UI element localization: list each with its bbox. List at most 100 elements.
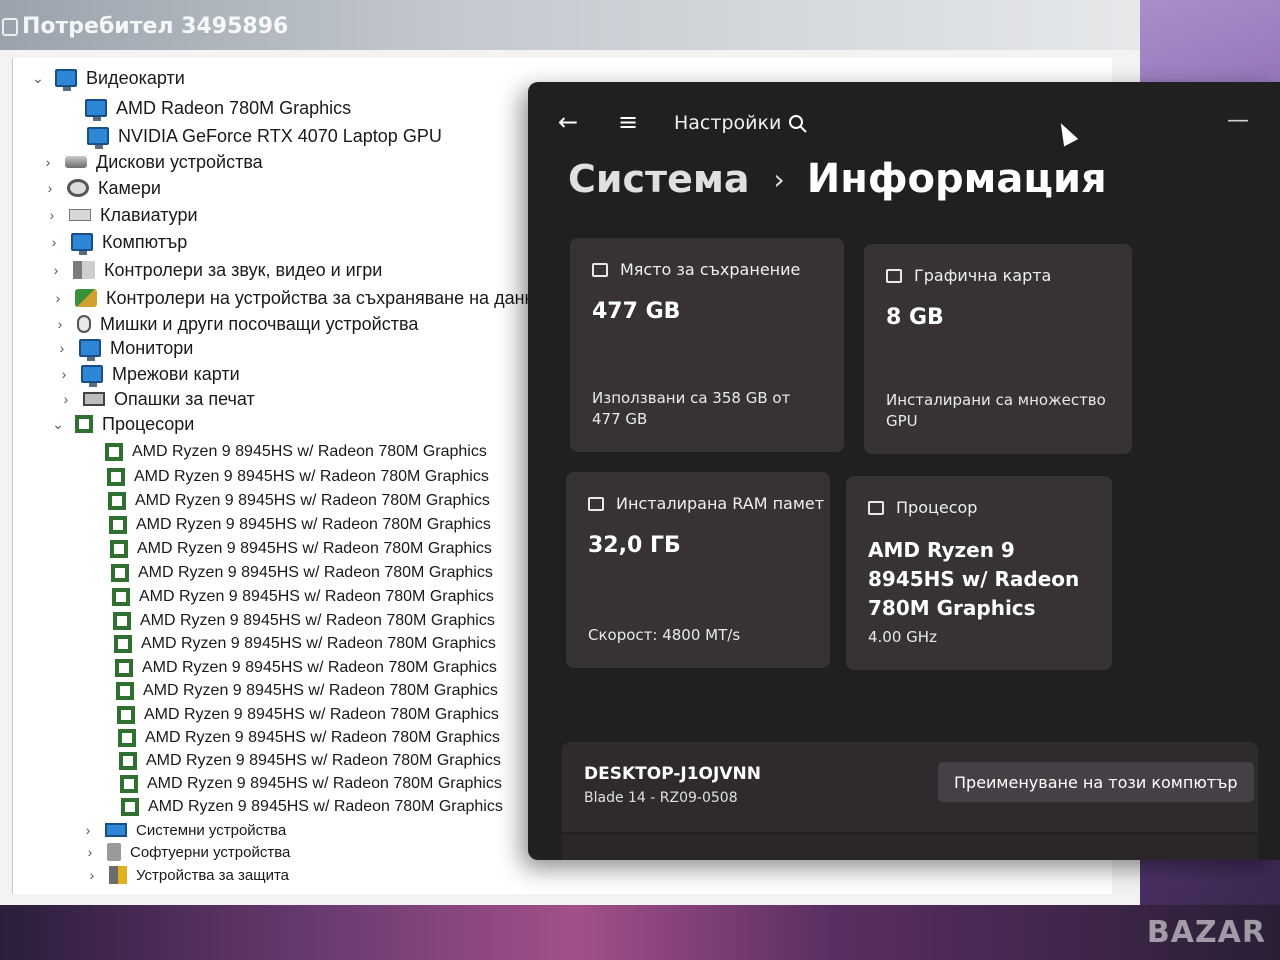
tree-row[interactable]: AMD Ryzen 9 8945HS w/ Radeon 780M Graphi… bbox=[110, 537, 492, 561]
tree-row[interactable]: NVIDIA GeForce RTX 4070 Laptop GPU bbox=[87, 124, 442, 149]
search-icon[interactable] bbox=[780, 106, 816, 142]
settings-window: ← ≡ Настройки — Система › Информация Мяс… bbox=[528, 82, 1280, 860]
chevron-down-icon[interactable]: ⌄ bbox=[31, 70, 45, 87]
chevron-right-icon[interactable]: › bbox=[81, 822, 95, 838]
chevron-right-icon[interactable]: › bbox=[47, 234, 61, 250]
chevron-right-icon[interactable]: › bbox=[41, 154, 55, 170]
tree-row[interactable]: AMD Ryzen 9 8945HS w/ Radeon 780M Graphi… bbox=[107, 465, 489, 489]
tree-row[interactable]: › Устройства за защита bbox=[85, 863, 289, 887]
device-manager-titlebar: Потребител 3495896 bbox=[0, 0, 1140, 50]
tree-row-label: Контролери за звук, видео и игри bbox=[104, 259, 383, 280]
tree-root-label[interactable]: Потребител 3495896 bbox=[22, 14, 288, 39]
network-adapter-icon bbox=[81, 365, 103, 387]
tree-row-label: Монитори bbox=[110, 337, 194, 358]
mouse-cursor-icon bbox=[1053, 119, 1079, 147]
tree-row[interactable]: AMD Ryzen 9 8945HS w/ Radeon 780M Graphi… bbox=[113, 609, 495, 633]
storage-card-title: Място за съхранение bbox=[592, 260, 800, 279]
tree-row[interactable]: AMD Ryzen 9 8945HS w/ Radeon 780M Graphi… bbox=[120, 772, 502, 796]
tree-row-label: AMD Ryzen 9 8945HS w/ Radeon 780M Graphi… bbox=[137, 540, 492, 557]
graphics-card-label: Графична карта bbox=[914, 266, 1052, 285]
tree-row[interactable]: › Дискови устройства bbox=[41, 150, 263, 174]
processor-icon bbox=[111, 564, 129, 582]
back-arrow-icon[interactable]: ← bbox=[550, 104, 586, 140]
tree-row-label: Контролери на устройства за съхраняване … bbox=[106, 287, 545, 308]
chevron-right-icon[interactable]: › bbox=[59, 391, 73, 407]
tree-row[interactable]: ⌄ Процесори bbox=[51, 412, 194, 436]
tree-row-label: AMD Ryzen 9 8945HS w/ Radeon 780M Graphi… bbox=[132, 443, 487, 460]
tree-row[interactable]: › Мишки и други посочващи устройства bbox=[53, 312, 419, 336]
tree-row-label: AMD Ryzen 9 8945HS w/ Radeon 780M Graphi… bbox=[145, 729, 500, 746]
tree-row-label: AMD Ryzen 9 8945HS w/ Radeon 780M Graphi… bbox=[139, 588, 494, 605]
app-title: Настройки bbox=[674, 112, 782, 134]
chevron-right-icon[interactable]: › bbox=[85, 867, 99, 883]
rename-pc-button[interactable]: Преименуване на този компютър bbox=[938, 762, 1254, 802]
chevron-right-icon: › bbox=[773, 162, 785, 196]
tree-row[interactable]: AMD Ryzen 9 8945HS w/ Radeon 780M Graphi… bbox=[119, 749, 501, 773]
storage-icon bbox=[592, 262, 608, 277]
tree-row[interactable]: AMD Ryzen 9 8945HS w/ Radeon 780M Graphi… bbox=[117, 703, 499, 727]
page-title: Информация bbox=[806, 156, 1107, 202]
tree-row-label: AMD Ryzen 9 8945HS w/ Radeon 780M Graphi… bbox=[141, 635, 496, 652]
tree-row[interactable]: AMD Ryzen 9 8945HS w/ Radeon 780M Graphi… bbox=[118, 726, 500, 750]
tree-row[interactable]: AMD Ryzen 9 8945HS w/ Radeon 780M Graphi… bbox=[108, 489, 490, 513]
tree-row[interactable]: AMD Ryzen 9 8945HS w/ Radeon 780M Graphi… bbox=[114, 632, 496, 656]
tree-row[interactable]: AMD Ryzen 9 8945HS w/ Radeon 780M Graphi… bbox=[116, 679, 498, 703]
graphics-card-icon bbox=[886, 268, 902, 283]
tree-row-label: AMD Ryzen 9 8945HS w/ Radeon 780M Graphi… bbox=[138, 564, 493, 581]
processor-icon bbox=[116, 682, 134, 700]
storage-value: 477 GB bbox=[592, 299, 681, 324]
watermark-logo: BAZAR bbox=[1146, 915, 1266, 950]
ram-card: Инсталирана RAM памет 32,0 ГБ Скорост: 4… bbox=[566, 472, 830, 668]
tree-row[interactable]: AMD Ryzen 9 8945HS w/ Radeon 780M Graphi… bbox=[121, 795, 503, 819]
chevron-right-icon[interactable]: › bbox=[51, 290, 65, 306]
system-devices-icon bbox=[105, 823, 127, 837]
chevron-right-icon[interactable]: › bbox=[83, 844, 97, 860]
chevron-right-icon[interactable]: › bbox=[49, 262, 63, 278]
breadcrumb-system[interactable]: Система bbox=[568, 157, 750, 201]
minimize-icon[interactable]: — bbox=[1220, 102, 1256, 138]
tree-row-label: AMD Ryzen 9 8945HS w/ Radeon 780M Graphi… bbox=[148, 798, 503, 815]
tree-row[interactable]: › Монитори bbox=[55, 336, 194, 361]
tree-row-label: Системни устройства bbox=[136, 821, 287, 839]
chevron-down-icon[interactable]: ⌄ bbox=[51, 416, 65, 433]
tree-row[interactable]: › Камери bbox=[43, 176, 161, 200]
tree-row-label: AMD Ryzen 9 8945HS w/ Radeon 780M Graphi… bbox=[143, 682, 498, 699]
tree-row[interactable]: AMD Ryzen 9 8945HS w/ Radeon 780M Graphi… bbox=[109, 513, 491, 537]
tree-row-label: AMD Ryzen 9 8945HS w/ Radeon 780M Graphi… bbox=[134, 468, 489, 485]
tree-row[interactable]: › Системни устройства bbox=[81, 818, 287, 842]
tree-row-label: AMD Ryzen 9 8945HS w/ Radeon 780M Graphi… bbox=[144, 706, 499, 723]
tree-row[interactable]: ⌄ Видеокарти bbox=[31, 66, 185, 91]
tree-row-label: AMD Ryzen 9 8945HS w/ Radeon 780M Graphi… bbox=[140, 612, 495, 629]
tree-row[interactable]: › Мрежови карти bbox=[57, 362, 240, 387]
chevron-right-icon[interactable]: › bbox=[43, 180, 57, 196]
tree-row-label: Процесори bbox=[102, 413, 195, 434]
tree-row[interactable]: › Компютър bbox=[47, 230, 187, 255]
tree-row[interactable]: › Клавиатури bbox=[45, 203, 198, 227]
tree-row[interactable]: AMD Ryzen 9 8945HS w/ Radeon 780M Graphi… bbox=[112, 585, 494, 609]
tree-row[interactable]: AMD Ryzen 9 8945HS w/ Radeon 780M Graphi… bbox=[111, 561, 493, 585]
tree-row[interactable]: › Опашки за печат bbox=[59, 387, 255, 411]
desktop-wallpaper-bottom bbox=[0, 905, 1280, 960]
processor-icon bbox=[110, 540, 128, 558]
processor-icon bbox=[120, 775, 138, 793]
tree-row[interactable]: AMD Ryzen 9 8945HS w/ Radeon 780M Graphi… bbox=[105, 440, 487, 464]
processor-card-label: Процесор bbox=[896, 498, 978, 517]
processor-icon bbox=[114, 635, 132, 653]
processor-icon bbox=[113, 612, 131, 630]
tree-row[interactable]: AMD Radeon 780M Graphics bbox=[85, 96, 351, 121]
tree-row-label: NVIDIA GeForce RTX 4070 Laptop GPU bbox=[118, 125, 442, 146]
tree-row[interactable]: › Контролери за звук, видео и игри bbox=[49, 258, 383, 282]
graphics-card-note: Инсталирани са множество GPU bbox=[886, 391, 1106, 430]
chevron-right-icon[interactable]: › bbox=[53, 316, 67, 332]
tree-row[interactable]: › Софтуерни устройства bbox=[83, 840, 290, 864]
tree-row-label: Устройства за защита bbox=[136, 866, 290, 884]
chevron-right-icon[interactable]: › bbox=[57, 366, 71, 382]
hamburger-menu-icon[interactable]: ≡ bbox=[610, 104, 646, 140]
chevron-right-icon[interactable]: › bbox=[55, 340, 69, 356]
storage-controller-icon bbox=[75, 289, 97, 307]
tree-row-label: Видеокарти bbox=[86, 67, 185, 88]
chevron-right-icon[interactable]: › bbox=[45, 207, 59, 223]
tree-row-label: AMD Ryzen 9 8945HS w/ Radeon 780M Graphi… bbox=[136, 516, 491, 533]
tree-row[interactable]: › Контролери на устройства за съхраняване… bbox=[51, 286, 545, 310]
tree-row[interactable]: AMD Ryzen 9 8945HS w/ Radeon 780M Graphi… bbox=[115, 656, 497, 680]
